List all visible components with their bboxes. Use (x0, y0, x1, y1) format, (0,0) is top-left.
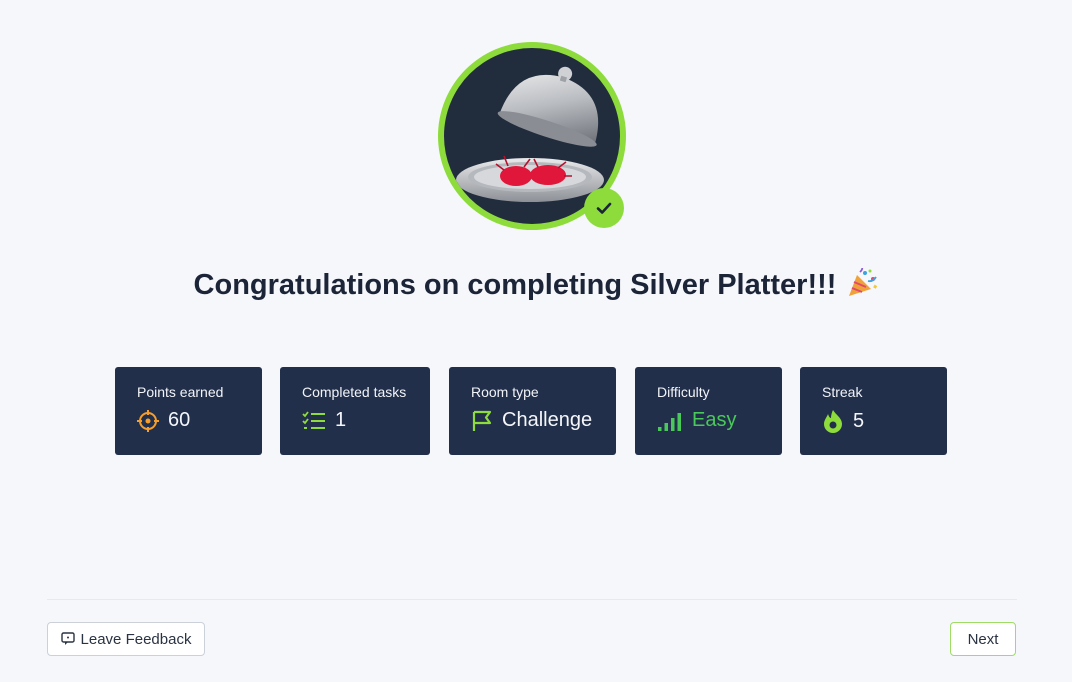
stat-label: Points earned (137, 384, 224, 400)
leave-feedback-button[interactable]: Leave Feedback (47, 622, 205, 656)
stat-label: Completed tasks (302, 384, 407, 400)
party-popper-icon (846, 266, 878, 298)
stat-card-tasks: Completed tasks 1 (280, 367, 430, 455)
stat-label: Streak (822, 384, 863, 400)
stat-value: 1 (335, 409, 347, 431)
leave-feedback-label: Leave Feedback (80, 630, 192, 648)
stat-value: 5 (853, 409, 865, 432)
completed-check-icon (584, 188, 624, 228)
title-text: Congratulations on completing Silver Pla… (193, 269, 837, 301)
task-list-icon (302, 410, 325, 429)
stat-label: Room type (471, 384, 539, 400)
stat-card-points: Points earned 60 (115, 367, 262, 455)
next-button[interactable]: Next (950, 622, 1016, 656)
page-title: Congratulations on completing Silver Pla… (0, 266, 1072, 302)
signal-bars-icon (658, 412, 681, 431)
stats-row: Points earned 60 Completed tasks 1 Room … (0, 367, 1072, 455)
next-label: Next (967, 630, 999, 648)
message-icon (60, 632, 75, 645)
footer-divider (47, 599, 1017, 600)
crosshair-icon (137, 409, 159, 432)
stat-card-streak: Streak 5 (800, 367, 947, 455)
stat-card-room-type: Room type Challenge (449, 367, 616, 455)
stat-label: Difficulty (657, 384, 710, 400)
flame-icon (824, 410, 842, 433)
stat-value: Easy (692, 409, 737, 431)
stat-card-difficulty: Difficulty Easy (635, 367, 782, 455)
room-badge (438, 42, 626, 230)
stat-value: 60 (168, 409, 191, 431)
flag-icon (472, 410, 492, 431)
stat-value: Challenge (502, 409, 593, 431)
